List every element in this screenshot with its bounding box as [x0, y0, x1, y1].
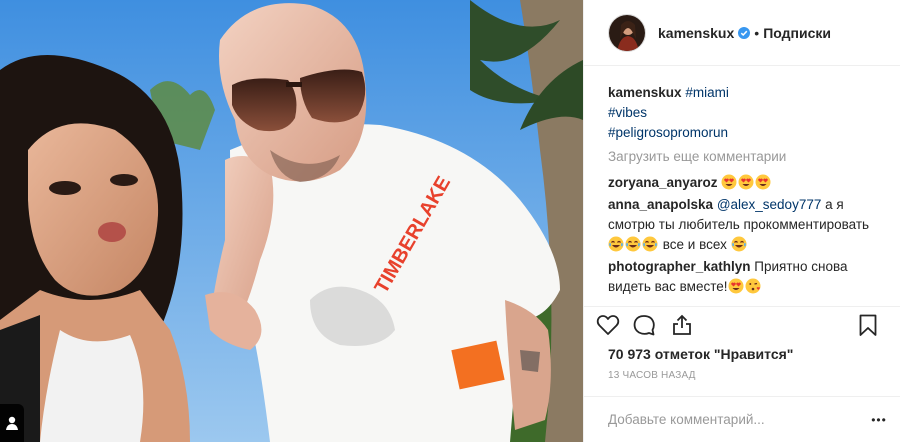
comments-list: kamenskux #miami #vibes #peligrosopromor… [608, 83, 888, 299]
instagram-post: TIMBERLAKE kamenskux • Подписки kamensku… [0, 0, 900, 442]
heart-eyes-emoji-icon [755, 174, 771, 190]
tears-of-joy-emoji-icon [642, 236, 658, 252]
post-photo[interactable]: TIMBERLAKE [0, 0, 583, 442]
share-icon [673, 314, 691, 335]
comment: photographer_kathlyn Приятно снова видет… [608, 257, 888, 297]
add-comment-bar: ••• [584, 396, 900, 442]
avatar-image [609, 14, 645, 51]
hashtag-link[interactable]: #miami [685, 85, 729, 100]
more-options-icon: ••• [871, 413, 887, 427]
heart-eyes-emoji-icon [738, 174, 754, 190]
verified-badge-icon [738, 26, 751, 39]
hashtag-link[interactable]: #peligrosopromorun [608, 123, 888, 143]
photo-illustration: TIMBERLAKE [0, 0, 583, 442]
mention-link[interactable]: @alex_sedoy777 [717, 197, 822, 212]
comment-username[interactable]: photographer_kathlyn [608, 259, 751, 274]
user-tag-icon[interactable] [0, 404, 24, 442]
user-tag-glyph [6, 416, 18, 430]
tears-of-joy-emoji-icon [625, 236, 641, 252]
kissing-heart-emoji-icon [745, 278, 761, 294]
comment-text: все и всех [662, 237, 727, 252]
comment-bubble-icon [633, 315, 655, 336]
hashtag-link[interactable]: #vibes [608, 103, 888, 123]
header-separator: • [754, 24, 760, 41]
following-button[interactable]: Подписки [763, 25, 831, 41]
tears-of-joy-emoji-icon [608, 236, 624, 252]
likes-count[interactable]: 70 973 отметок "Нравится" [608, 346, 793, 362]
share-button[interactable] [668, 311, 696, 339]
author-username[interactable]: kamenskux [658, 25, 734, 41]
bookmark-icon [859, 314, 877, 336]
load-more-comments-button[interactable]: Загрузить еще комментарии [608, 147, 888, 167]
more-options-button[interactable]: ••• [867, 409, 891, 431]
save-button[interactable] [854, 311, 882, 339]
like-button[interactable] [594, 311, 622, 339]
caption: kamenskux #miami [608, 83, 888, 103]
comment-input[interactable] [608, 412, 858, 427]
post-side-panel: kamenskux • Подписки kamenskux #miami #v… [583, 0, 900, 442]
comment: zoryana_anyaroz [608, 173, 888, 193]
tears-of-joy-emoji-icon [731, 236, 747, 252]
comment: anna_anapolska @alex_sedoy777 а я смотрю… [608, 195, 888, 255]
post-timestamp[interactable]: 13 ЧАСОВ НАЗАД [608, 370, 696, 381]
post-header: kamenskux • Подписки [584, 0, 900, 66]
comment-button[interactable] [630, 311, 658, 339]
comment-username[interactable]: zoryana_anyaroz [608, 175, 718, 190]
post-actions [584, 306, 900, 342]
author-avatar[interactable] [608, 13, 646, 52]
heart-eyes-emoji-icon [721, 174, 737, 190]
caption-username[interactable]: kamenskux [608, 85, 682, 100]
heart-icon [596, 315, 620, 335]
comment-username[interactable]: anna_anapolska [608, 197, 713, 212]
heart-eyes-emoji-icon [728, 278, 744, 294]
